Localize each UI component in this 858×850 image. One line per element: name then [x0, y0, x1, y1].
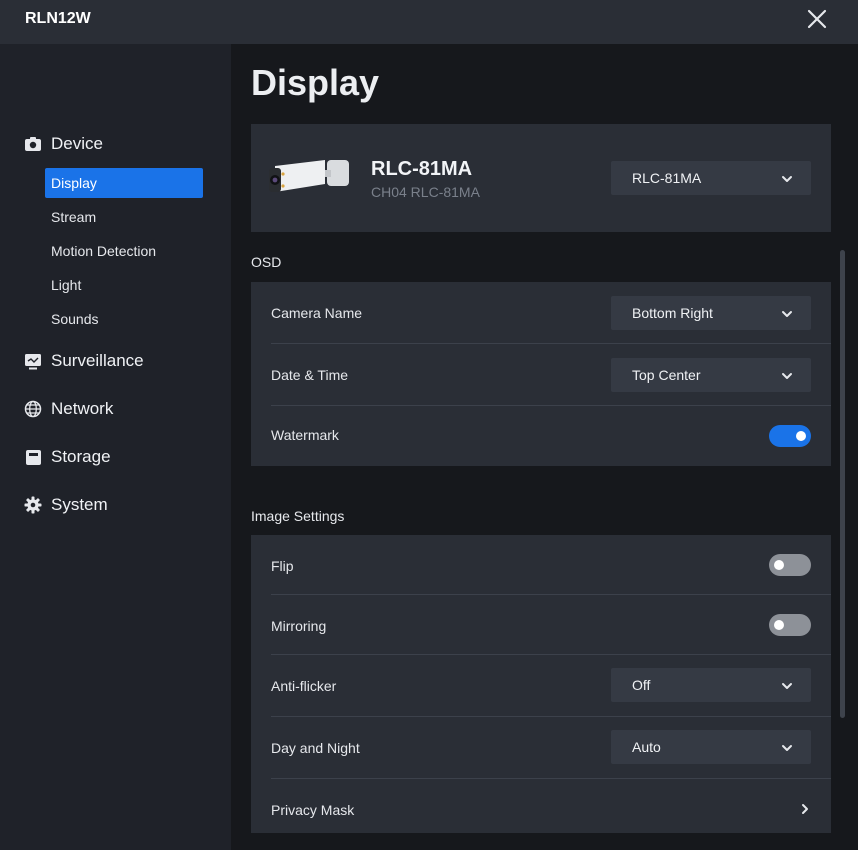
mirroring-toggle[interactable] — [769, 614, 811, 636]
row-label: Date & Time — [271, 367, 349, 383]
storage-icon — [24, 448, 42, 466]
camera-icon — [24, 135, 42, 153]
camera-name: RLC-81MA — [371, 158, 473, 180]
flip-toggle[interactable] — [769, 554, 811, 576]
chevron-right-icon[interactable] — [800, 802, 810, 814]
toggle-knob — [774, 620, 784, 630]
camera-select[interactable]: RLC-81MA — [611, 161, 811, 195]
date-time-position-select[interactable]: Top Center — [611, 358, 811, 392]
image-row-day-night: Day and Night Auto — [251, 717, 831, 779]
osd-row-camera-name: Camera Name Bottom Right — [251, 282, 831, 344]
nav-group-label: System — [51, 495, 108, 514]
osd-row-watermark: Watermark — [251, 406, 831, 466]
globe-icon — [24, 400, 42, 418]
image-row-anti-flicker: Anti-flicker Off — [251, 655, 831, 717]
anti-flicker-select[interactable]: Off — [611, 668, 811, 702]
camera-card: RLC-81MA CH04 RLC-81MA RLC-81MA — [251, 124, 831, 232]
toggle-knob — [774, 560, 784, 570]
camera-name-position-select[interactable]: Bottom Right — [611, 296, 811, 330]
row-label: Flip — [271, 558, 294, 574]
osd-row-date-time: Date & Time Top Center — [251, 344, 831, 406]
nav-group-storage[interactable]: Storage — [24, 445, 111, 469]
nav-group-label: Storage — [51, 447, 111, 466]
row-label: Camera Name — [271, 305, 363, 321]
chevron-down-icon — [781, 307, 793, 319]
image-settings-card: Flip Mirroring Anti-flicker Off Day and … — [251, 535, 831, 833]
osd-card: Camera Name Bottom Right Date & Time Top… — [251, 282, 831, 466]
row-label: Privacy Mask — [271, 802, 355, 818]
camera-select-value: RLC-81MA — [632, 170, 702, 186]
title-bar: RLN12W — [0, 0, 858, 44]
row-label: Day and Night — [271, 740, 360, 756]
app-title: RLN12W — [25, 10, 91, 27]
main-content: Display RLC-81MA CH04 RLC-81MA RLC-81MA … — [231, 44, 858, 850]
select-value: Bottom Right — [632, 305, 713, 321]
watermark-toggle[interactable] — [769, 425, 811, 447]
nav-group-label: Surveillance — [51, 351, 144, 370]
select-value: Auto — [632, 739, 661, 755]
nav-group-surveillance[interactable]: Surveillance — [24, 349, 144, 373]
toggle-knob — [796, 431, 806, 441]
image-row-flip: Flip — [251, 535, 831, 595]
nav-group-network[interactable]: Network — [24, 397, 113, 421]
sidebar-item-motion-detection[interactable]: Motion Detection — [45, 236, 203, 266]
row-label: Anti-flicker — [271, 678, 337, 694]
sidebar-item-sounds[interactable]: Sounds — [45, 304, 203, 334]
select-value: Top Center — [632, 367, 701, 383]
row-label: Mirroring — [271, 618, 327, 634]
sidebar-item-light[interactable]: Light — [45, 270, 203, 300]
image-row-privacy-mask[interactable]: Privacy Mask — [251, 779, 831, 833]
camera-thumbnail — [267, 156, 353, 205]
nav-group-system[interactable]: System — [24, 493, 108, 517]
section-label-osd: OSD — [251, 254, 282, 270]
chevron-down-icon — [781, 369, 793, 381]
row-label: Watermark — [271, 427, 339, 443]
nav-group-label: Network — [51, 399, 114, 418]
nav-group-device[interactable]: Device — [24, 132, 103, 156]
sidebar-item-display[interactable]: Display — [45, 168, 203, 198]
page-title: Display — [251, 62, 380, 103]
monitor-icon — [24, 352, 42, 370]
gear-icon — [24, 496, 42, 514]
select-value: Off — [632, 677, 651, 693]
chevron-down-icon — [781, 741, 793, 753]
image-row-mirroring: Mirroring — [251, 595, 831, 655]
chevron-down-icon — [781, 172, 793, 184]
day-night-select[interactable]: Auto — [611, 730, 811, 764]
chevron-down-icon — [781, 679, 793, 691]
section-label-image-settings: Image Settings — [251, 508, 345, 524]
sidebar-item-stream[interactable]: Stream — [45, 202, 203, 232]
nav-group-label: Device — [51, 134, 103, 153]
camera-channel: CH04 RLC-81MA — [371, 184, 480, 200]
close-icon[interactable] — [806, 8, 828, 30]
sidebar: Device Display Stream Motion Detection L… — [0, 44, 231, 850]
scrollbar[interactable] — [840, 250, 845, 718]
